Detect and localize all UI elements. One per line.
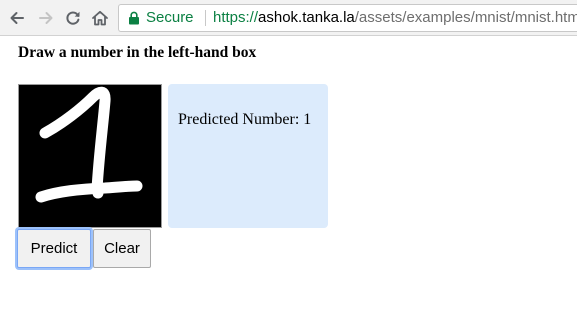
url-host: ashok.tanka.la [258,9,355,26]
omnibox-divider [205,10,206,26]
forward-arrow-icon [39,12,53,24]
drawn-digit-stroke [35,86,143,203]
back-button[interactable] [6,7,28,29]
browser-toolbar: Secure https://ashok.tanka.la/assets/exa… [0,0,577,36]
drawing-canvas[interactable] [18,84,162,228]
url-text: https://ashok.tanka.la/assets/examples/m… [213,5,577,31]
prediction-panel: Predicted Number: 1 [168,84,328,228]
page-heading: Draw a number in the left-hand box [18,44,257,61]
reload-button[interactable] [62,7,84,29]
lock-icon [129,11,139,25]
url-path: /assets/examples/mnist/mnist.html [354,9,577,26]
url-scheme: https:// [213,9,259,26]
reload-icon [66,11,80,25]
forward-button[interactable] [35,7,57,29]
home-icon [92,10,108,26]
address-bar[interactable]: Secure https://ashok.tanka.la/assets/exa… [118,4,577,32]
secure-label: Secure [146,9,194,26]
home-button[interactable] [89,7,111,29]
page-content: Draw a number in the left-hand box Predi… [0,36,577,313]
predicted-number-text: Predicted Number: 1 [178,111,312,128]
predict-button[interactable]: Predict [17,229,91,268]
back-arrow-icon [10,12,24,24]
clear-button[interactable]: Clear [93,229,151,268]
